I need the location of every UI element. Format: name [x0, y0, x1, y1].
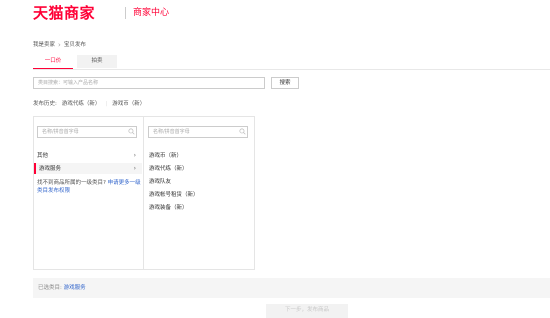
subcategory-item[interactable]: 游戏代练（新） [149, 165, 188, 173]
breadcrumb-home[interactable]: 我是卖家 [33, 41, 55, 49]
chevron-right-icon: › [133, 152, 136, 159]
tmall-merchant-logo[interactable]: 天猫商家 [33, 3, 95, 23]
publish-history: 发布历史: 游戏代练（新） | 游戏币（新） [33, 100, 145, 108]
search-icon[interactable] [239, 128, 246, 135]
publish-mode-tabs: 一口价 拍卖 [33, 55, 117, 69]
selected-category-bar [33, 278, 550, 298]
chevron-right-icon: › [58, 41, 61, 49]
category-search-input[interactable] [33, 77, 265, 89]
breadcrumb-current: 宝贝发布 [63, 42, 86, 48]
subcategory-item[interactable]: 游戏帐号租赁（新） [149, 191, 199, 199]
tab-fixed-price[interactable]: 一口价 [33, 55, 73, 69]
category-label: 游戏服务 [39, 165, 62, 172]
search-button[interactable]: 搜索 [271, 77, 299, 89]
not-found-text: 找不到商品所属的一级类目? [37, 180, 106, 186]
merchant-center-title[interactable]: 商家中心 [133, 6, 169, 20]
history-label: 发布历史: [33, 101, 57, 107]
subcategory-item[interactable]: 游戏币（新） [149, 152, 182, 160]
level2-category-search-input[interactable] [148, 126, 248, 138]
selected-category: 已选类目: 游戏服务 [38, 284, 86, 292]
history-item[interactable]: 游戏币（新） [112, 100, 145, 108]
selected-category-value: 游戏服务 [63, 285, 86, 291]
tab-auction[interactable]: 拍卖 [77, 55, 117, 68]
category-not-found-note: 找不到商品所属的一级类目? 申请更多一级类目发布权限 [37, 179, 141, 195]
level1-category-search-input[interactable] [37, 126, 137, 138]
chevron-right-icon: › [133, 164, 136, 172]
search-icon[interactable] [128, 128, 135, 135]
column-divider [143, 116, 144, 270]
category-item-other[interactable]: 其他 › [37, 152, 139, 160]
selected-category-label: 已选类目: [38, 285, 62, 291]
history-divider: | [105, 101, 108, 107]
next-publish-button[interactable]: 下一步，发布商品 [266, 304, 348, 318]
subcategory-item[interactable]: 游戏队友 [149, 178, 171, 186]
history-item[interactable]: 游戏代练（新） [62, 100, 101, 108]
category-label: 其他 [37, 153, 49, 159]
breadcrumb: 我是卖家 › 宝贝发布 [33, 41, 86, 49]
subcategory-item[interactable]: 游戏装备（新） [149, 204, 188, 212]
logo-divider [125, 7, 126, 19]
tab-divider [33, 69, 550, 70]
category-item-game-services[interactable]: 游戏服务 › [34, 163, 142, 174]
